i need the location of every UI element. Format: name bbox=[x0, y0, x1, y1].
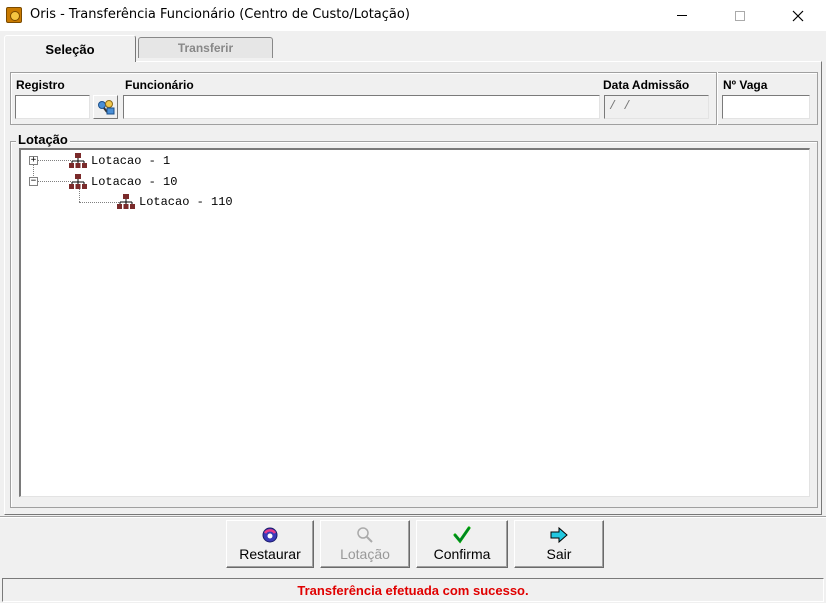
title-bar: Oris - Transferência Funcionário (Centro… bbox=[0, 0, 826, 31]
search-employee-button[interactable] bbox=[93, 95, 118, 119]
tree-node-label: Lotacao - 1 bbox=[91, 154, 171, 168]
funcionario-input[interactable] bbox=[123, 95, 600, 119]
org-chart-icon bbox=[69, 153, 87, 168]
lotacao-tree[interactable]: + Lotacao - 1 − Lotacao - 10 Lotacao - 1… bbox=[19, 148, 810, 497]
maximize-icon bbox=[735, 10, 745, 21]
n-vaga-input[interactable] bbox=[722, 95, 810, 119]
lotacao-group-label: Lotação bbox=[16, 132, 70, 147]
fields-divider bbox=[716, 72, 718, 125]
minimize-icon bbox=[677, 15, 687, 16]
tree-line bbox=[79, 202, 119, 203]
collapse-icon[interactable]: − bbox=[29, 177, 38, 186]
sair-label: Sair bbox=[546, 546, 572, 562]
tree-line bbox=[37, 160, 71, 161]
lotacao-label: Lotação bbox=[340, 546, 390, 562]
org-chart-icon bbox=[69, 174, 87, 189]
tree-node-lotacao-10[interactable]: Lotacao - 10 bbox=[69, 173, 177, 191]
window-title: Oris - Transferência Funcionário (Centro… bbox=[30, 7, 410, 22]
checkmark-icon bbox=[453, 526, 471, 544]
tree-node-label: Lotacao - 10 bbox=[91, 175, 178, 189]
confirma-label: Confirma bbox=[433, 546, 491, 562]
registro-label: Registro bbox=[16, 78, 65, 92]
minimize-button[interactable] bbox=[659, 0, 705, 31]
close-button[interactable] bbox=[775, 0, 821, 31]
restaurar-label: Restaurar bbox=[239, 546, 301, 562]
sair-button[interactable]: Sair bbox=[514, 520, 604, 568]
data-admissao-label: Data Admissão bbox=[603, 78, 690, 92]
close-icon bbox=[792, 10, 804, 21]
n-vaga-label: Nº Vaga bbox=[723, 78, 768, 92]
tree-node-label: Lotacao - 110 bbox=[139, 195, 233, 209]
tree-node-lotacao-1[interactable]: Lotacao - 1 bbox=[69, 152, 170, 170]
status-bar: Transferência efetuada com sucesso. bbox=[2, 578, 824, 602]
exit-arrow-icon bbox=[550, 526, 568, 544]
magnifier-icon bbox=[357, 527, 373, 543]
people-search-icon bbox=[97, 100, 114, 115]
expand-icon[interactable]: + bbox=[29, 156, 38, 165]
tree-node-lotacao-110[interactable]: Lotacao - 110 bbox=[117, 193, 233, 211]
button-bar-separator bbox=[0, 516, 826, 518]
confirma-button[interactable]: Confirma bbox=[416, 520, 508, 568]
tree-line bbox=[37, 181, 71, 182]
registro-input[interactable] bbox=[15, 95, 90, 119]
data-admissao-input[interactable]: / / bbox=[604, 95, 709, 119]
tab-transferir[interactable]: Transferir bbox=[138, 37, 273, 58]
restore-icon bbox=[262, 527, 278, 543]
restaurar-button[interactable]: Restaurar bbox=[226, 520, 314, 568]
maximize-button[interactable] bbox=[717, 0, 763, 31]
oris-app-icon bbox=[6, 7, 22, 23]
funcionario-label: Funcionário bbox=[125, 78, 194, 92]
status-message: Transferência efetuada com sucesso. bbox=[297, 582, 529, 598]
lotacao-button[interactable]: Lotação bbox=[320, 520, 410, 568]
org-chart-icon bbox=[117, 194, 135, 209]
tab-selecao[interactable]: Seleção bbox=[4, 35, 136, 62]
